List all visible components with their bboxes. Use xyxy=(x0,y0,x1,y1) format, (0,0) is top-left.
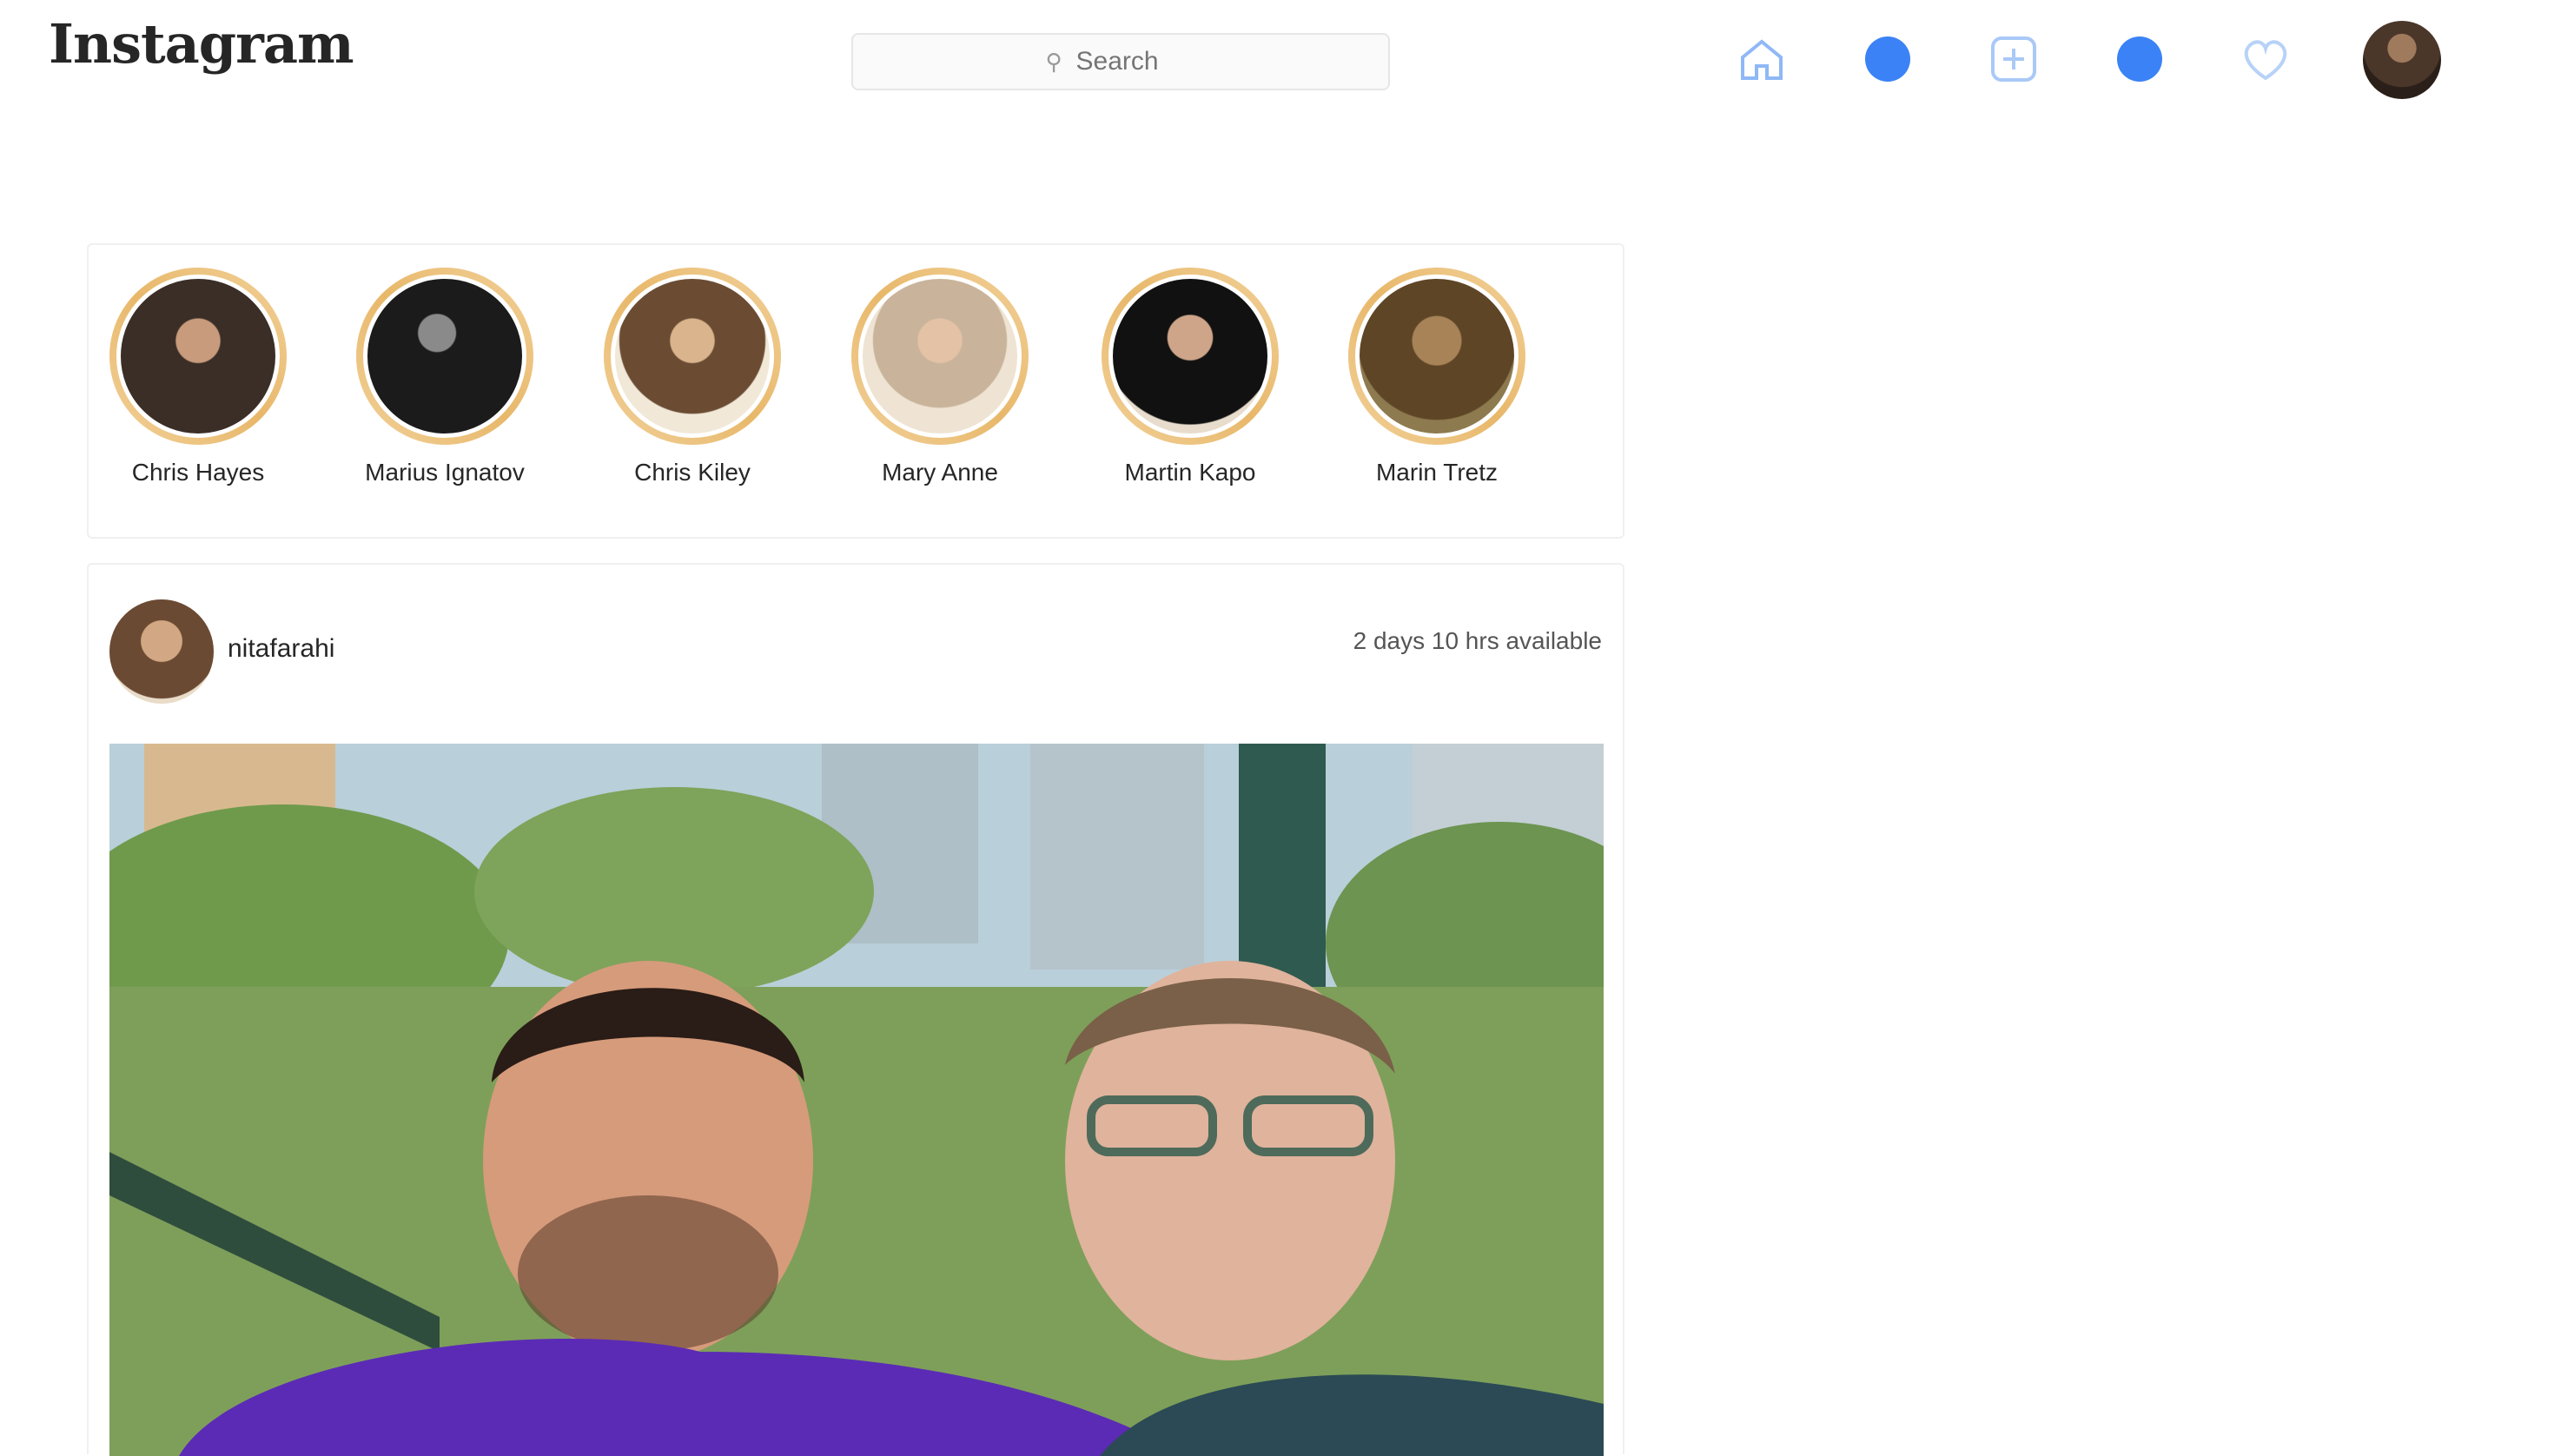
new-post-icon[interactable] xyxy=(1981,26,2047,92)
story-ring xyxy=(851,268,1029,445)
messages-icon[interactable] xyxy=(1855,26,1921,92)
avatar xyxy=(2363,21,2441,99)
story-avatar xyxy=(611,275,774,438)
story-item[interactable]: Marin Tretz xyxy=(1333,268,1541,502)
nav-icon-bar xyxy=(1729,21,2467,99)
feed-post: nitafarahi 2 days 10 hrs available xyxy=(87,563,1624,1456)
story-ring xyxy=(604,268,781,445)
search-input[interactable] xyxy=(1074,46,1196,77)
story-username: Mary Anne xyxy=(882,459,998,486)
stories-tray: Chris Hayes Marius Ignatov Chris Kiley M… xyxy=(87,243,1624,539)
story-avatar xyxy=(1355,275,1519,438)
post-username[interactable]: nitafarahi xyxy=(228,634,334,664)
story-username: Marin Tretz xyxy=(1375,459,1499,486)
profile-avatar[interactable] xyxy=(2363,21,2441,99)
home-icon[interactable] xyxy=(1729,26,1795,92)
story-username: Marius Ignatov xyxy=(365,459,525,486)
story-item[interactable]: Mary Anne xyxy=(836,268,1044,502)
post-author-avatar[interactable] xyxy=(109,599,214,704)
story-ring xyxy=(109,268,287,445)
top-navigation: Instagram ⚲ xyxy=(0,0,2554,122)
search-box[interactable]: ⚲ xyxy=(851,33,1390,90)
app-logo[interactable]: Instagram xyxy=(49,12,354,76)
post-header: nitafarahi 2 days 10 hrs available xyxy=(89,565,1623,721)
search-icon: ⚲ xyxy=(1045,48,1062,75)
story-avatar xyxy=(116,275,280,438)
story-item[interactable]: Martin Kapo xyxy=(1086,268,1294,502)
post-meta: 2 days 10 hrs available xyxy=(1353,627,1602,654)
story-avatar xyxy=(858,275,1022,438)
post-photo-image xyxy=(109,744,1604,1456)
story-item[interactable]: Marius Ignatov xyxy=(341,268,549,502)
story-username: Chris Hayes xyxy=(131,459,265,486)
story-username: Martin Kapo xyxy=(1124,459,1256,486)
story-item[interactable]: Chris Kiley xyxy=(588,268,797,502)
story-username: Chris Kiley xyxy=(634,459,751,486)
story-item[interactable]: Chris Hayes xyxy=(94,268,302,502)
heart-icon[interactable] xyxy=(2233,26,2299,92)
story-ring xyxy=(1102,268,1279,445)
post-photo[interactable] xyxy=(109,744,1604,1456)
story-ring xyxy=(1348,268,1525,445)
explore-icon[interactable] xyxy=(2107,26,2173,92)
story-ring xyxy=(356,268,533,445)
story-avatar xyxy=(363,275,526,438)
story-avatar xyxy=(1108,275,1272,438)
